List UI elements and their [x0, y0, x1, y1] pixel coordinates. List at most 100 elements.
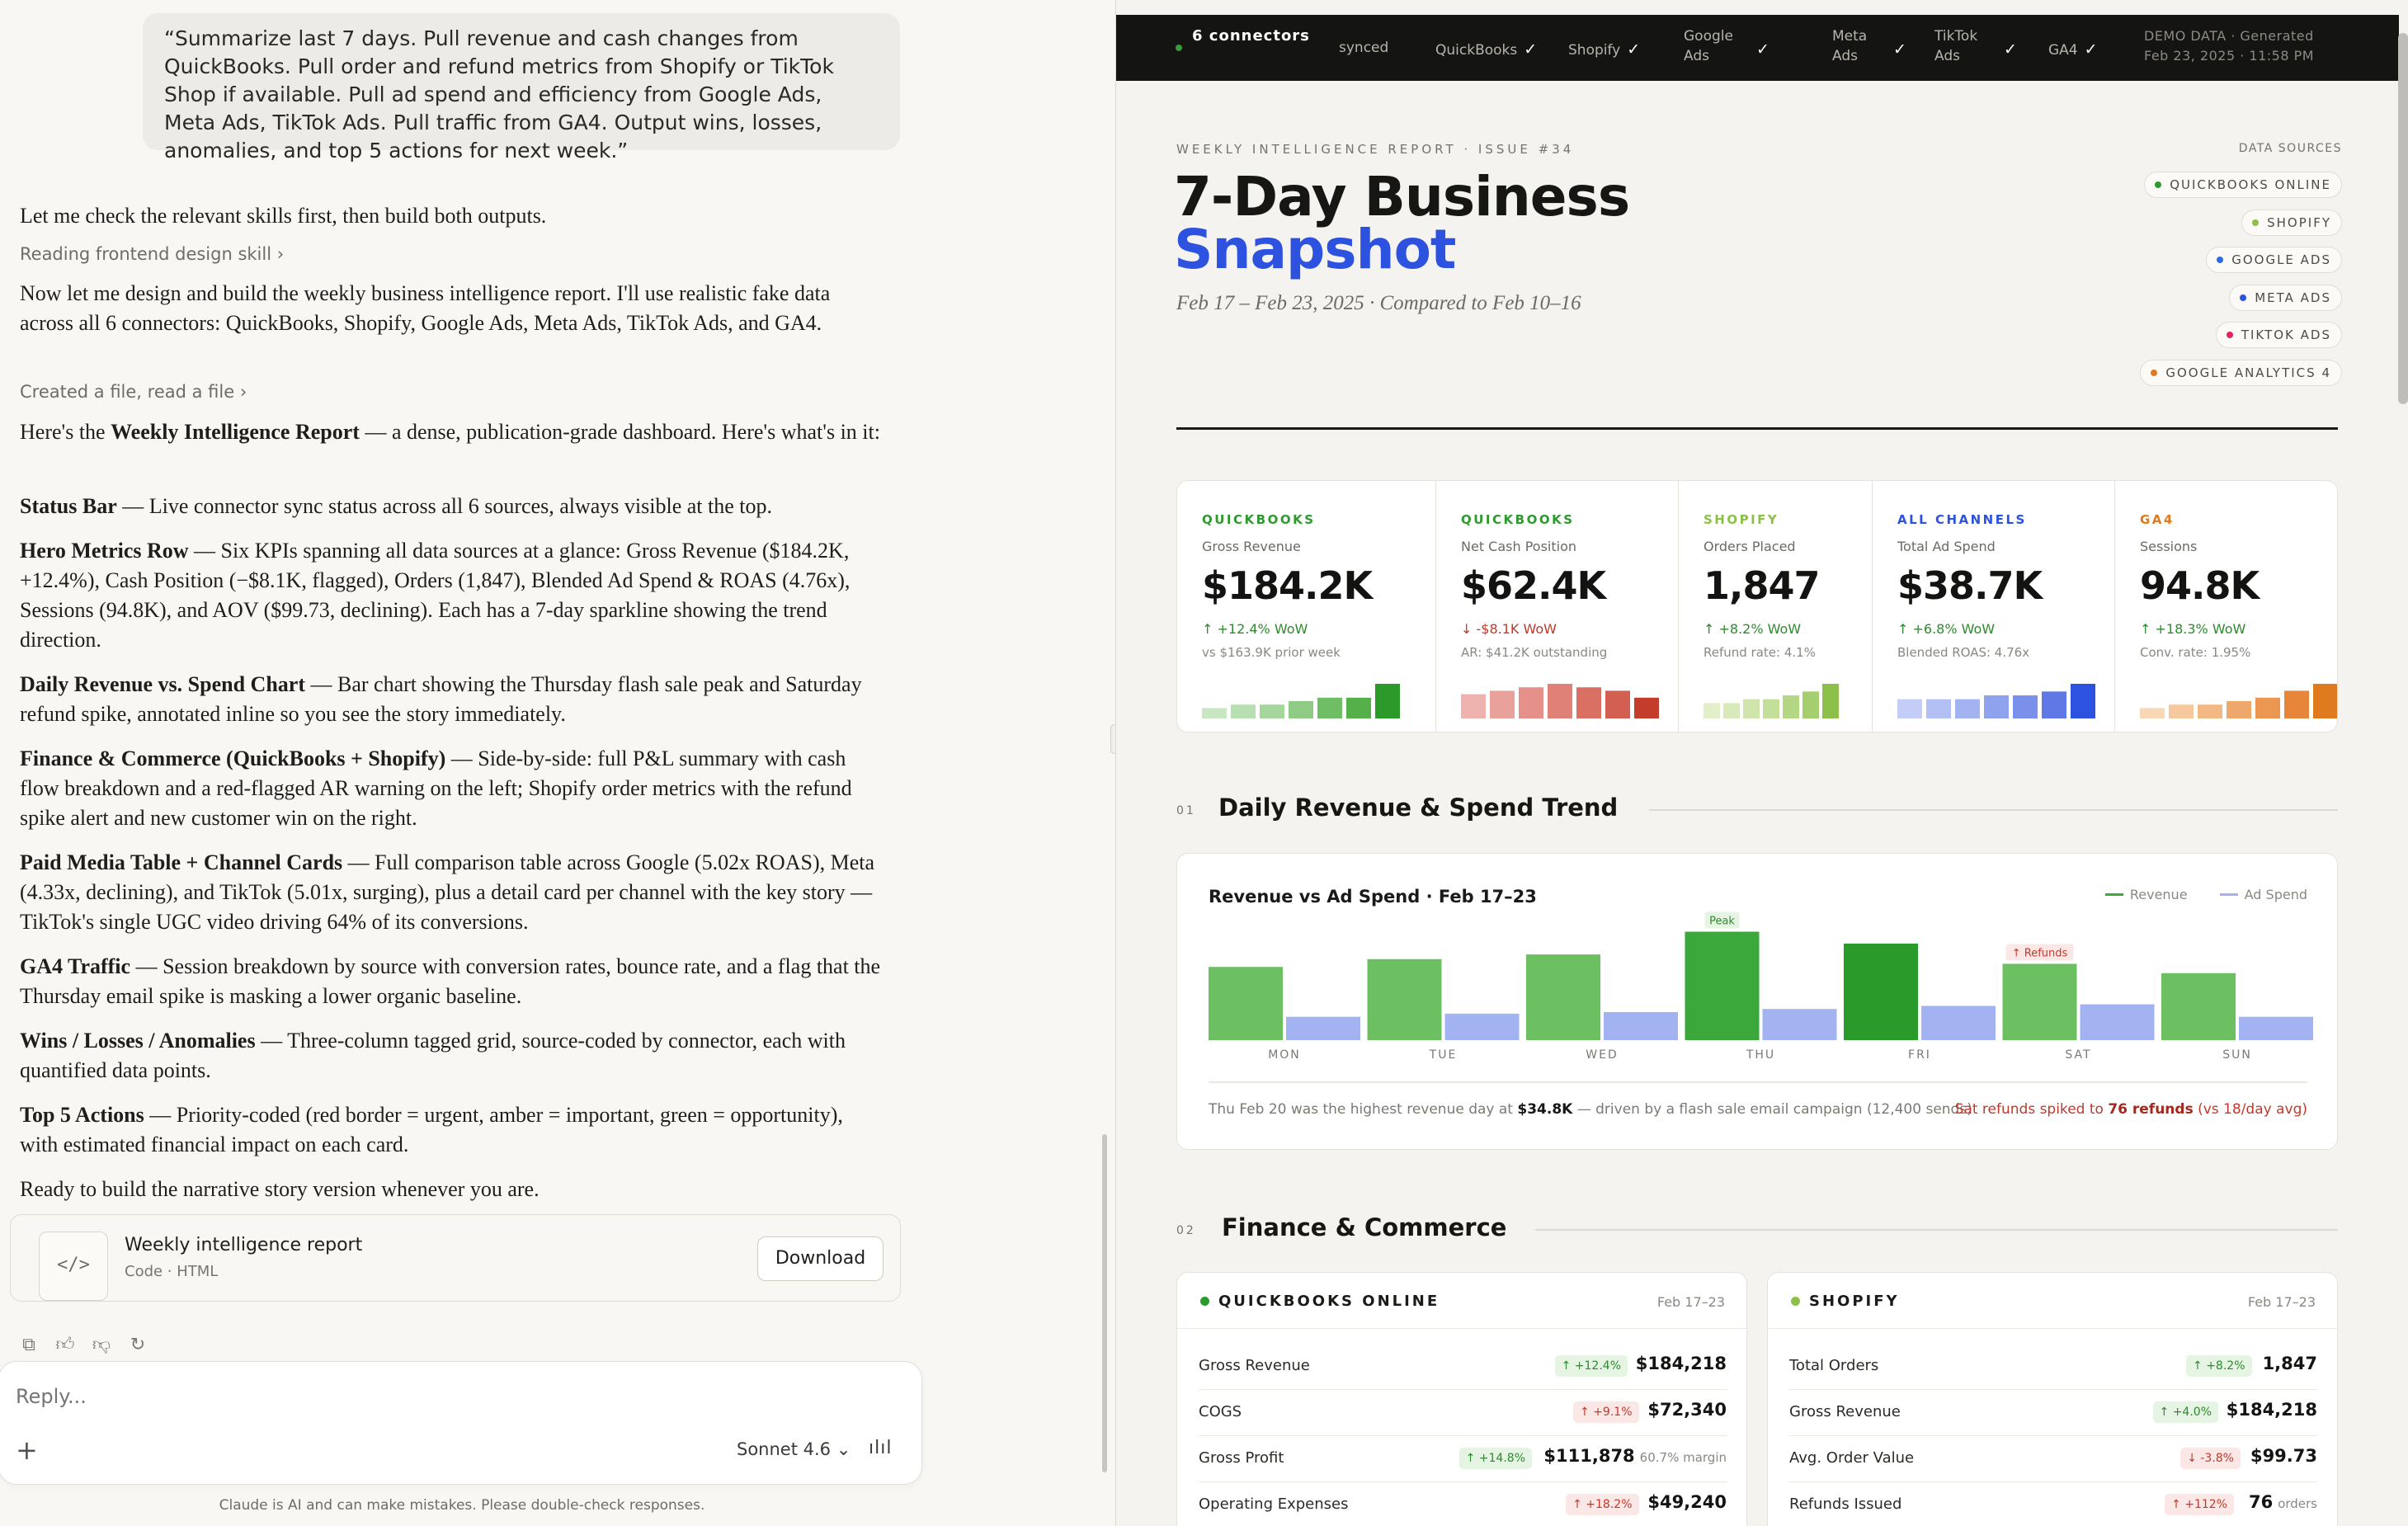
kpi-change: ↑ +6.8% WoW	[1897, 621, 1996, 637]
sparkline-bar	[1926, 699, 1951, 718]
metric-row: Gross Profit $111,878 60.7% margin ↑ +14.8%	[1199, 1436, 1727, 1482]
data-source-label: SHOPIFY	[2267, 214, 2331, 230]
sparkline-bar	[1231, 704, 1256, 718]
thumbs-down-icon[interactable]: 👎︎	[91, 1335, 112, 1356]
kpi-sparkline	[1704, 684, 1839, 718]
revenue-spend-chart: Revenue vs Ad Spend · Feb 17–23 Revenue …	[1176, 853, 2338, 1150]
tool-call-link[interactable]: Created a file, read a file ›	[20, 382, 247, 402]
plus-icon[interactable]: +	[16, 1434, 38, 1466]
thumbs-up-icon[interactable]: 👍︎	[54, 1335, 76, 1356]
metric-note: orders	[2278, 1496, 2317, 1511]
data-sources-title: DATA SOURCES	[2238, 142, 2342, 155]
assistant-text: Here's the Weekly Intelligence Report — …	[20, 420, 880, 444]
kpi-source: QUICKBOOKS	[1202, 512, 1316, 527]
report-scrollbar[interactable]	[2398, 33, 2408, 404]
chat-scrollbar[interactable]	[1102, 1134, 1107, 1472]
card-header: QUICKBOOKS ONLINE Feb 17–23	[1177, 1273, 1746, 1329]
data-source-label: META ADS	[2255, 290, 2331, 305]
divider	[1535, 1229, 2338, 1231]
sparkline-bar	[1634, 697, 1659, 718]
section-desc: Daily Revenue vs. Spend Chart — Bar char…	[20, 672, 862, 726]
reply-input[interactable]	[16, 1385, 593, 1408]
sparkline-bar	[2140, 708, 2165, 718]
metric-value: 76 orders	[2248, 1492, 2317, 1512]
sparkline-bar	[1704, 703, 1720, 718]
sparkline-bar	[1317, 697, 1342, 718]
connector-status-bar: 6 connectors synced QuickBooks ✓ Shopify ✓…	[1116, 15, 2399, 81]
kpi-label: Orders Placed	[1704, 539, 1796, 554]
chart-alert-note: Sat refunds spiked to 76 refunds (vs 18/…	[1954, 1101, 2307, 1118]
sparkline-bar	[1802, 691, 1819, 718]
data-source-label: GOOGLE ANALYTICS 4	[2165, 365, 2331, 380]
kpi-value: 1,847	[1704, 563, 1821, 608]
data-source-label: TIKTOK ADS	[2241, 327, 2331, 342]
sparkline-bar	[1763, 699, 1779, 718]
user-message: “Summarize last 7 days. Pull revenue and…	[143, 13, 900, 162]
kpi-label: Gross Revenue	[1202, 539, 1301, 554]
change-badge: ↑ +18.2%	[1566, 1494, 1639, 1515]
source-dot-icon	[1791, 1297, 1800, 1306]
data-source-label: GOOGLE ADS	[2231, 252, 2331, 267]
section-desc: GA4 Traffic — Session breakdown by sourc…	[20, 954, 881, 1008]
shopify-card: SHOPIFY Feb 17–23 Total Orders 1,847 ↑ +8.2%…	[1767, 1272, 2338, 1526]
status-dot-icon	[1176, 45, 1182, 51]
model-selector[interactable]: Sonnet 4.6 ⌄	[737, 1439, 851, 1459]
tool-call-link[interactable]: Reading frontend design skill ›	[20, 244, 284, 264]
connector-meta-ads: Meta Ads ✓	[1832, 28, 1906, 64]
kpi-source: ALL CHANNELS	[1897, 512, 2027, 527]
ad-spend-bar	[1762, 1009, 1837, 1040]
metric-label: Refunds Issued	[1789, 1495, 1902, 1513]
kpi-label: Sessions	[2140, 539, 2198, 554]
copy-icon[interactable]: ⧉	[18, 1335, 40, 1356]
metric-value: 1,847	[2262, 1354, 2317, 1373]
source-dot-icon	[2151, 369, 2158, 376]
data-source-label: QUICKBOOKS ONLINE	[2170, 177, 2331, 192]
check-icon: ✓	[1756, 40, 1769, 59]
kpi-sparkline	[1461, 684, 1659, 718]
x-tick-label: SUN	[2222, 1048, 2252, 1062]
divider	[1176, 427, 2338, 430]
sparkline-bar	[1548, 684, 1572, 718]
chart-plot: MON TUE WED THU FRI SAT SUN Peak ↑ Refunds	[1209, 911, 2313, 1062]
metric-row: Gross Revenue $184,218 ↑ +12.4%	[1199, 1344, 1727, 1390]
source-dot-icon	[2240, 294, 2247, 301]
check-icon: ✓	[2004, 40, 2017, 59]
kpi-source: GA4	[2140, 512, 2175, 527]
metric-value: $184,218	[1635, 1354, 1727, 1373]
sparkline-bar	[1519, 687, 1543, 718]
check-icon: ✓	[1893, 40, 1906, 59]
kpi-subtext: Refund rate: 4.1%	[1704, 645, 1816, 660]
sparkline-bar	[1260, 704, 1284, 718]
ad-spend-bar	[1286, 1016, 1360, 1040]
card-period: Feb 17–23	[1656, 1294, 1725, 1310]
metric-value: $49,240	[1647, 1492, 1727, 1512]
sparkline-bar	[2013, 695, 2038, 718]
chevron-right-icon: ›	[276, 244, 285, 264]
section-desc: Finance & Commerce (QuickBooks + Shopify…	[20, 747, 852, 830]
voice-icon[interactable]: ılıl	[869, 1438, 892, 1458]
kpi-label: Total Ad Spend	[1897, 539, 1996, 554]
retry-icon[interactable]: ↻	[127, 1335, 148, 1356]
artifact-card[interactable]: </> Weekly intelligence report Code · HT…	[10, 1214, 901, 1302]
kpi-subtext: Blended ROAS: 4.76x	[1897, 645, 2030, 660]
metric-value: $111,878 60.7% margin	[1543, 1446, 1727, 1466]
synced-label: synced	[1339, 40, 1389, 56]
metric-label: Total Orders	[1789, 1357, 1879, 1374]
revenue-bar	[1685, 931, 1760, 1040]
artifact-title: Weekly intelligence report	[125, 1235, 363, 1255]
revenue-bar	[1209, 967, 1283, 1040]
source-dot-icon	[2155, 181, 2162, 188]
section-title: Daily Revenue & Spend Trend	[1218, 794, 1619, 822]
revenue-bar	[1844, 943, 1918, 1040]
change-badge: ↑ +112%	[2165, 1494, 2234, 1515]
metric-row: Avg. Order Value $99.73 ↓ -3.8%	[1789, 1436, 2317, 1482]
kpi-label: Net Cash Position	[1461, 539, 1577, 554]
connector-google-ads: Google Ads ✓	[1684, 28, 1769, 64]
sparkline-bar	[1783, 695, 1799, 718]
section-title: Finance & Commerce	[1222, 1213, 1507, 1241]
kpi-source: SHOPIFY	[1704, 512, 1779, 527]
x-tick-label: MON	[1268, 1048, 1301, 1062]
sparkline-bar	[1743, 699, 1760, 718]
kpi-card: GA4 Sessions 94.8K ↑ +18.3% WoW Conv. rate: …	[2115, 481, 2337, 732]
download-button[interactable]: Download	[757, 1236, 884, 1281]
